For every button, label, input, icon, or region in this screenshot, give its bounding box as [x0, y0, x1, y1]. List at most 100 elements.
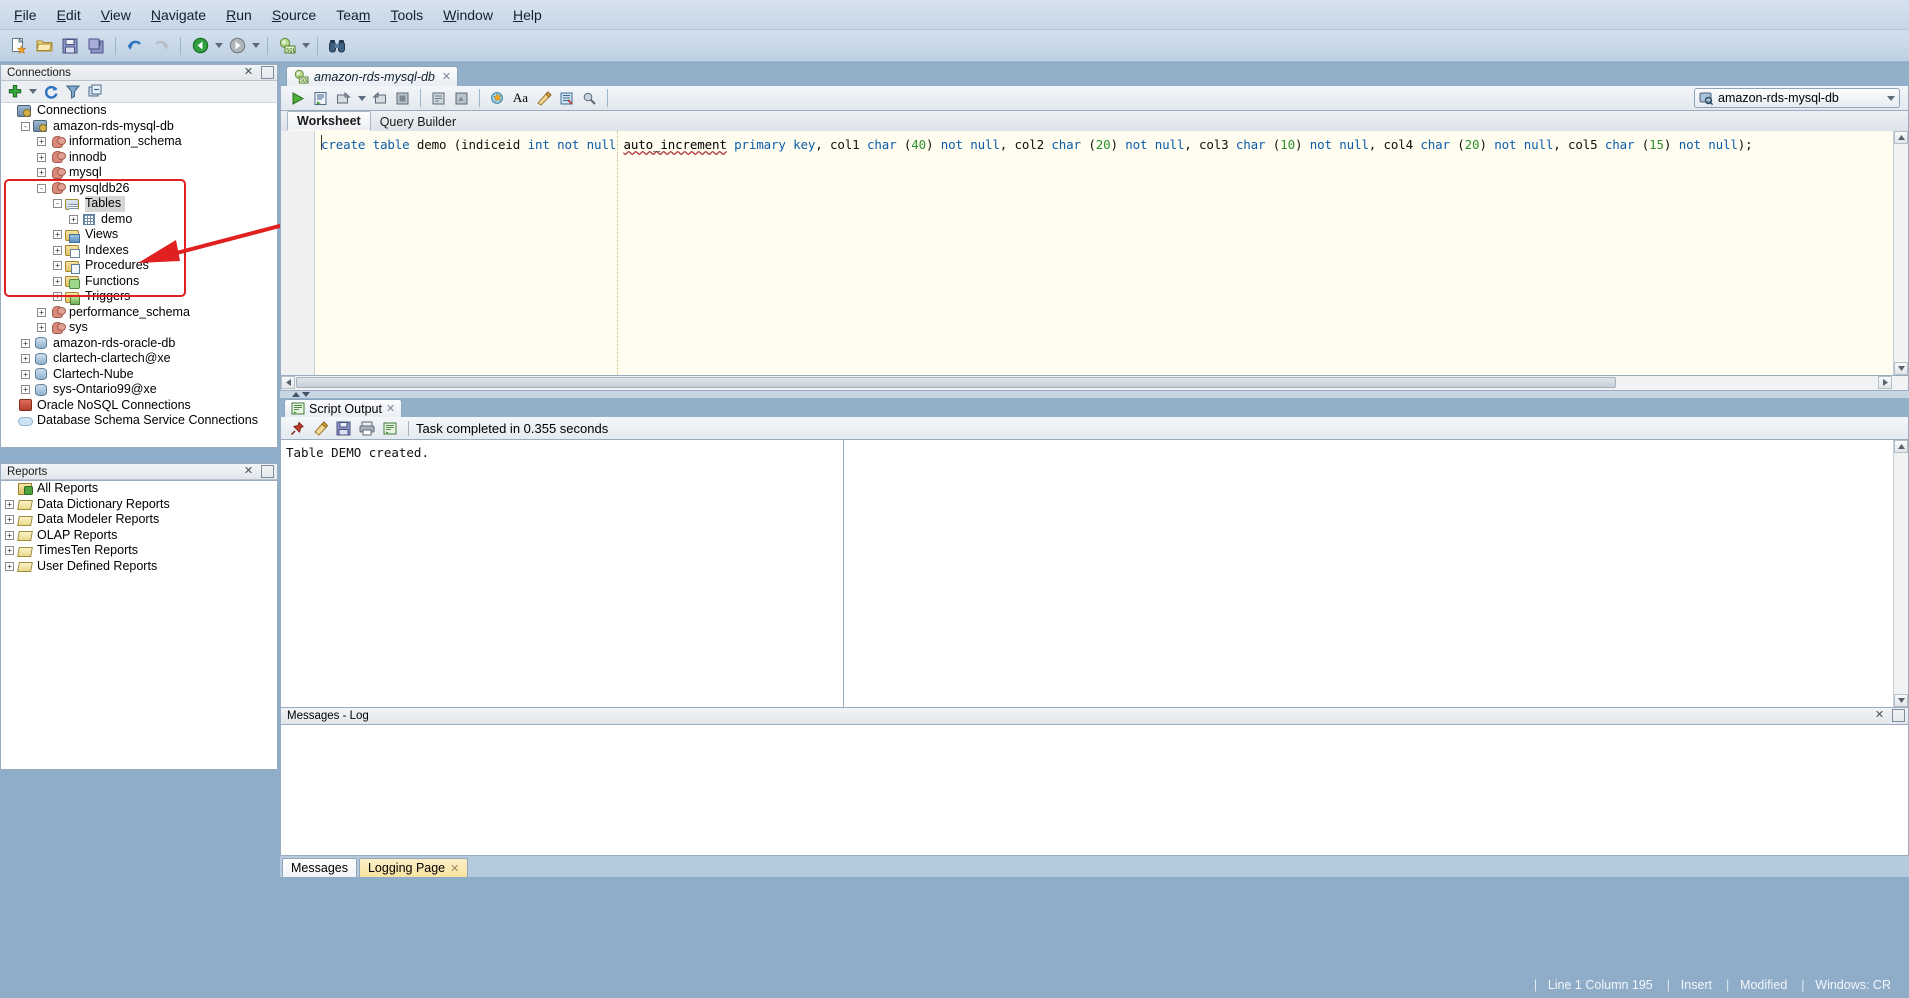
expand-icon[interactable]: +: [5, 561, 14, 571]
menu-view[interactable]: View: [91, 3, 141, 27]
expand-icon[interactable]: +: [37, 323, 46, 333]
sql-worksheet-icon[interactable]: SQL: [275, 34, 299, 58]
document-tab-close-icon[interactable]: ✕: [440, 70, 451, 83]
eraser-clear-icon[interactable]: [310, 418, 331, 439]
document-tab-worksheet[interactable]: SQL amazon-rds-mysql-db ✕: [286, 66, 459, 86]
tree-node-user-defined-reports[interactable]: + User Defined Reports: [1, 559, 277, 575]
save-icon[interactable]: [58, 34, 82, 58]
tree-node-data-modeler-reports[interactable]: + Data Modeler Reports: [1, 512, 277, 528]
expand-icon[interactable]: +: [53, 230, 62, 240]
menu-run[interactable]: Run: [216, 3, 262, 27]
filter-icon[interactable]: [63, 82, 83, 102]
expand-icon[interactable]: +: [5, 530, 14, 540]
scroll-down-arrow-icon[interactable]: [1894, 362, 1908, 375]
tree-node-olap-reports[interactable]: + OLAP Reports: [1, 528, 277, 544]
script-output-left-pane[interactable]: Table DEMO created.: [281, 440, 844, 707]
editor-output-splitter[interactable]: [280, 391, 1909, 398]
connections-close-icon[interactable]: ✕: [242, 66, 255, 79]
menu-tools[interactable]: Tools: [380, 3, 433, 27]
tree-node-clartech-nube[interactable]: + Clartech-Nube: [1, 367, 277, 383]
connections-tree[interactable]: Connections - amazon-rds-mysql-db + informat…: [0, 103, 278, 448]
reports-close-icon[interactable]: ✕: [242, 465, 255, 478]
tree-node-timesten-reports[interactable]: + TimesTen Reports: [1, 543, 277, 559]
commit-caret-icon[interactable]: [356, 88, 367, 109]
logging-page-close-icon[interactable]: ✕: [445, 862, 459, 875]
sql-dropdown-caret-icon[interactable]: [300, 35, 311, 57]
menu-window[interactable]: Window: [433, 3, 503, 27]
refresh-icon[interactable]: [41, 82, 61, 102]
tab-logging-page[interactable]: Logging Page ✕: [358, 858, 469, 877]
font-size-icon[interactable]: Aa: [510, 88, 531, 109]
explain-plan-icon[interactable]: [487, 88, 508, 109]
tree-node-amazon-rds-oracle-db[interactable]: + amazon-rds-oracle-db: [1, 336, 277, 352]
print-icon[interactable]: [356, 418, 377, 439]
editor-vertical-scrollbar[interactable]: [1893, 131, 1908, 375]
expand-icon[interactable]: +: [21, 338, 30, 348]
tab-query-builder[interactable]: Query Builder: [371, 113, 465, 131]
scroll-down-arrow-icon[interactable]: [1894, 694, 1908, 707]
expand-icon[interactable]: +: [5, 546, 14, 556]
collapse-all-icon[interactable]: [85, 82, 105, 102]
tree-node-functions[interactable]: + Functions: [1, 274, 277, 290]
splitter-down-arrow-icon[interactable]: [302, 392, 310, 397]
collapse-icon[interactable]: -: [21, 121, 30, 131]
sql-code-editor[interactable]: create table demo (indiceid int not null…: [280, 131, 1909, 376]
tree-node-sys[interactable]: + sys: [1, 320, 277, 336]
tree-node-mysql[interactable]: + mysql: [1, 165, 277, 181]
rollback-icon[interactable]: [369, 88, 390, 109]
expand-icon[interactable]: +: [53, 276, 62, 286]
tree-node-data-dictionary-reports[interactable]: + Data Dictionary Reports: [1, 497, 277, 513]
menu-source[interactable]: Source: [262, 3, 326, 27]
new-file-icon[interactable]: [6, 34, 30, 58]
tree-node-views[interactable]: + Views: [1, 227, 277, 243]
tree-node-mysqldb26[interactable]: - mysqldb26: [1, 181, 277, 197]
tree-node-demo[interactable]: + demo: [1, 212, 277, 228]
hscroll-thumb[interactable]: [296, 377, 1616, 388]
tree-node-procedures[interactable]: + Procedures: [1, 258, 277, 274]
menu-file[interactable]: File: [4, 3, 47, 27]
connection-dropdown-caret-icon[interactable]: [1887, 95, 1895, 101]
tab-messages[interactable]: Messages: [282, 858, 357, 877]
undo-icon[interactable]: [123, 34, 147, 58]
tree-node-connections[interactable]: Connections: [1, 103, 277, 119]
expand-icon[interactable]: +: [69, 214, 78, 224]
tab-worksheet[interactable]: Worksheet: [287, 111, 371, 131]
wrap-output-icon[interactable]: [379, 418, 400, 439]
expand-icon[interactable]: +: [5, 515, 14, 525]
tree-node-tables[interactable]: - Tables: [1, 196, 277, 212]
tree-node-amazon-rds-mysql-db[interactable]: - amazon-rds-mysql-db: [1, 119, 277, 135]
expand-icon[interactable]: +: [21, 369, 30, 379]
collapse-icon[interactable]: -: [53, 199, 62, 209]
expand-icon[interactable]: +: [53, 261, 62, 271]
tree-node-innodb[interactable]: + innodb: [1, 150, 277, 166]
run-script-icon[interactable]: [310, 88, 331, 109]
expand-icon[interactable]: +: [37, 307, 46, 317]
menu-navigate[interactable]: Navigate: [141, 3, 216, 27]
commit-icon[interactable]: [333, 88, 354, 109]
open-folder-icon[interactable]: [32, 34, 56, 58]
output-vertical-scrollbar[interactable]: [1893, 440, 1908, 707]
connections-minimize-icon[interactable]: [261, 66, 274, 79]
tree-node-performance-schema[interactable]: + performance_schema: [1, 305, 277, 321]
back-dropdown-caret-icon[interactable]: [213, 35, 224, 57]
messages-log-minimize-icon[interactable]: [1892, 709, 1905, 722]
tree-node-indexes[interactable]: + Indexes: [1, 243, 277, 259]
sql-tuning-icon[interactable]: [579, 88, 600, 109]
tree-node-triggers[interactable]: + Triggers: [1, 289, 277, 305]
forward-arrow-icon[interactable]: [225, 34, 249, 58]
scroll-right-arrow-icon[interactable]: [1878, 376, 1892, 389]
splitter-up-arrow-icon[interactable]: [292, 392, 300, 397]
tree-node-clartech-clartech-xe[interactable]: + clartech-clartech@xe: [1, 351, 277, 367]
expand-icon[interactable]: +: [37, 152, 46, 162]
run-statement-icon[interactable]: [287, 88, 308, 109]
collapse-icon[interactable]: -: [37, 183, 46, 193]
back-arrow-icon[interactable]: [188, 34, 212, 58]
tree-node-sys-ontario99-xe[interactable]: + sys-Ontario99@xe: [1, 382, 277, 398]
sql-history-icon[interactable]: [428, 88, 449, 109]
cancel-icon[interactable]: [392, 88, 413, 109]
redo-icon[interactable]: [149, 34, 173, 58]
scroll-left-arrow-icon[interactable]: [281, 376, 295, 389]
menu-help[interactable]: Help: [503, 3, 552, 27]
save-all-icon[interactable]: [84, 34, 108, 58]
pin-icon[interactable]: [287, 418, 308, 439]
